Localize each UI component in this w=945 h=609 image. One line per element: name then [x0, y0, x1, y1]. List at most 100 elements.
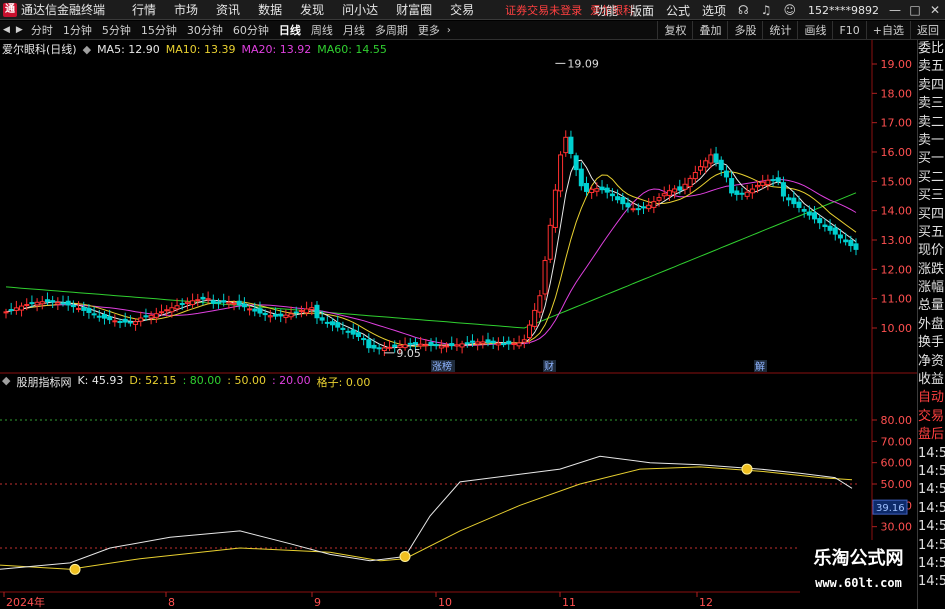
candle-body [148, 314, 154, 319]
menu-hangqing[interactable]: 行情 [123, 1, 165, 18]
menu-banmian[interactable]: 版面 [624, 2, 660, 19]
candle-body [744, 191, 750, 197]
panel-item[interactable]: 卖四 [918, 77, 945, 95]
panel-item[interactable]: 14:56 [918, 463, 945, 481]
candle-body [495, 342, 501, 346]
sub-axis-label: 80.00 [881, 414, 913, 427]
panel-item[interactable]: 卖一 [918, 132, 945, 150]
menu-faxian[interactable]: 发现 [291, 1, 333, 18]
panel-item[interactable]: 买一 [918, 150, 945, 168]
panel-item[interactable]: 买四 [918, 206, 945, 224]
panel-item[interactable]: 14:56 [918, 445, 945, 463]
forward-icon[interactable]: ▶ [13, 25, 26, 35]
candle-body [853, 243, 859, 250]
sub-axis-label: 30.00 [881, 521, 913, 534]
panel-item[interactable]: 买二 [918, 169, 945, 187]
panel-item[interactable]: 14:56 [918, 500, 945, 518]
panel-item[interactable]: 14:56 [918, 481, 945, 499]
user-icon[interactable]: ☺ [777, 3, 802, 17]
candle-body [682, 183, 688, 190]
chart-area[interactable]: 19.00 18.00 17.00 16.00 15.00 14.00 13.00 12.00… [0, 40, 917, 609]
panel-item[interactable]: 收益 [918, 371, 945, 389]
candle-body [806, 211, 812, 216]
candle-body [521, 339, 527, 343]
tool-f10[interactable]: F10 [832, 21, 865, 40]
candle-body [376, 347, 382, 350]
panel-item[interactable]: 14:56 [918, 537, 945, 555]
minimize-button[interactable]: — [885, 3, 905, 17]
candle-body [412, 342, 418, 345]
period-weekly[interactable]: 周线 [306, 22, 338, 38]
panel-item[interactable]: 卖二 [918, 114, 945, 132]
panel-item[interactable]: 外盘 [918, 316, 945, 334]
period-5min[interactable]: 5分钟 [97, 22, 136, 38]
close-button[interactable]: ✕ [925, 3, 945, 17]
tool-duogu[interactable]: 多股 [727, 21, 762, 40]
tool-tongji[interactable]: 统计 [762, 21, 797, 40]
menu-caifuquan[interactable]: 财富圈 [387, 1, 441, 18]
candle-body [687, 177, 693, 188]
candle-body [459, 343, 465, 348]
period-1min[interactable]: 1分钟 [58, 22, 97, 38]
candle-body [666, 190, 672, 196]
maximize-button[interactable]: □ [905, 3, 925, 17]
tool-diejia[interactable]: 叠加 [692, 21, 727, 40]
panel-item[interactable]: 换手 [918, 334, 945, 352]
chevron-right-icon[interactable]: › [445, 25, 453, 36]
candle-body [361, 338, 367, 341]
menu-wenxiaoda[interactable]: 问小达 [333, 1, 387, 18]
panel-item[interactable]: 14:56 [918, 518, 945, 536]
menu-gongneng[interactable]: 功能 [588, 2, 624, 19]
period-15min[interactable]: 15分钟 [136, 22, 182, 38]
period-multi[interactable]: 多周期 [370, 22, 413, 38]
menu-jiaoyi[interactable]: 交易 [441, 1, 483, 18]
menu-zixun[interactable]: 资讯 [207, 1, 249, 18]
panel-item[interactable]: 交易 [918, 408, 945, 426]
menu-xuanxiang[interactable]: 选项 [696, 2, 732, 19]
back-icon[interactable]: ◀ [0, 25, 13, 35]
panel-item[interactable]: 盘后 [918, 426, 945, 444]
period-more[interactable]: 更多 [413, 22, 445, 38]
period-60min[interactable]: 60分钟 [228, 22, 274, 38]
period-30min[interactable]: 30分钟 [182, 22, 228, 38]
panel-item[interactable]: 涨跌 [918, 261, 945, 279]
bell-icon[interactable]: ♫ [755, 3, 778, 17]
panel-item[interactable]: 卖三 [918, 95, 945, 113]
panel-item[interactable]: 14:56 [918, 555, 945, 573]
indicator-name[interactable]: 股朋指标网 [16, 374, 71, 390]
headset-icon[interactable]: ☊ [732, 3, 755, 17]
panel-item[interactable]: 自动 [918, 389, 945, 407]
panel-item[interactable]: 买五 [918, 224, 945, 242]
tool-fuquan[interactable]: 复权 [657, 21, 692, 40]
menu-gongshi[interactable]: 公式 [660, 2, 696, 19]
candle-body [304, 308, 310, 314]
quote-side-panel: 委比 卖五 卖四 卖三 卖二 卖一 买一 买二 买三 买四 买五 现价 涨跌 涨幅 总量 外盘 换手 净资 收益 自动… [917, 40, 945, 609]
tool-back[interactable]: 返回 [910, 21, 945, 40]
period-monthly[interactable]: 月线 [338, 22, 370, 38]
menu-shichang[interactable]: 市场 [165, 1, 207, 18]
panel-item[interactable]: 净资 [918, 353, 945, 371]
candle-body [76, 307, 82, 310]
panel-item[interactable]: 卖五 [918, 58, 945, 76]
candle-body [418, 343, 424, 347]
kline-chart[interactable]: 19.00 18.00 17.00 16.00 15.00 14.00 13.00 12.00… [0, 40, 917, 609]
panel-item[interactable]: 涨幅 [918, 279, 945, 297]
panel-item[interactable]: 委比 [918, 40, 945, 58]
tool-add-watchlist[interactable]: +自选 [865, 21, 910, 40]
trade-login-notice[interactable]: 证券交易未登录 [505, 2, 582, 18]
panel-item[interactable]: 现价 [918, 242, 945, 260]
panel-item[interactable]: 买三 [918, 187, 945, 205]
account-number[interactable]: 152****9892 [802, 4, 885, 17]
stock-title[interactable]: 爱尔眼科(日线) [2, 41, 77, 57]
menu-shuju[interactable]: 数据 [249, 1, 291, 18]
candle-body [298, 310, 304, 313]
panel-item[interactable]: 总量 [918, 297, 945, 315]
candle-body [703, 160, 709, 168]
period-fenshi[interactable]: 分时 [26, 22, 58, 38]
candle-body [96, 315, 102, 318]
panel-item[interactable]: 14:56 [918, 573, 945, 591]
tool-huaxian[interactable]: 画线 [797, 21, 832, 40]
candle-body [812, 212, 818, 220]
sub-axis-label: 60.00 [881, 457, 913, 470]
period-daily[interactable]: 日线 [274, 22, 306, 38]
